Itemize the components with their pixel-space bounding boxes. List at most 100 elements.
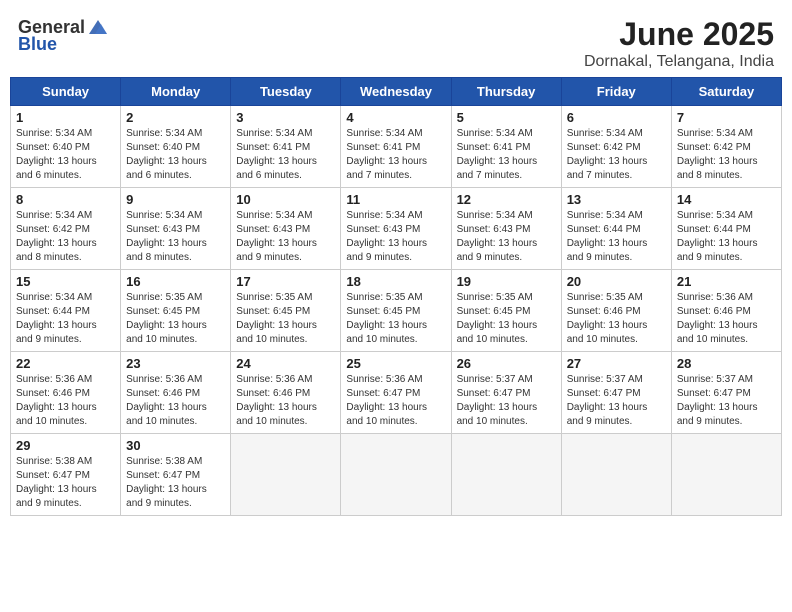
calendar-week-3: 15 Sunrise: 5:34 AMSunset: 6:44 PMDaylig… (11, 270, 782, 352)
day-detail-4: Sunrise: 5:34 AMSunset: 6:41 PMDaylight:… (346, 128, 427, 181)
day-cell-21: 21 Sunrise: 5:36 AMSunset: 6:46 PMDaylig… (671, 270, 781, 352)
day-detail-10: Sunrise: 5:34 AMSunset: 6:43 PMDaylight:… (236, 210, 317, 263)
day-detail-24: Sunrise: 5:36 AMSunset: 6:46 PMDaylight:… (236, 374, 317, 427)
day-detail-18: Sunrise: 5:35 AMSunset: 6:45 PMDaylight:… (346, 292, 427, 345)
day-cell-4: 4 Sunrise: 5:34 AMSunset: 6:41 PMDayligh… (341, 106, 451, 188)
day-cell-25: 25 Sunrise: 5:36 AMSunset: 6:47 PMDaylig… (341, 352, 451, 434)
calendar-week-1: 1 Sunrise: 5:34 AMSunset: 6:40 PMDayligh… (11, 106, 782, 188)
day-cell-11: 11 Sunrise: 5:34 AMSunset: 6:43 PMDaylig… (341, 188, 451, 270)
day-cell-10: 10 Sunrise: 5:34 AMSunset: 6:43 PMDaylig… (231, 188, 341, 270)
day-detail-15: Sunrise: 5:34 AMSunset: 6:44 PMDaylight:… (16, 292, 97, 345)
day-cell-12: 12 Sunrise: 5:34 AMSunset: 6:43 PMDaylig… (451, 188, 561, 270)
day-detail-6: Sunrise: 5:34 AMSunset: 6:42 PMDaylight:… (567, 128, 648, 181)
empty-cell (671, 434, 781, 516)
header-tuesday: Tuesday (231, 78, 341, 106)
day-cell-7: 7 Sunrise: 5:34 AMSunset: 6:42 PMDayligh… (671, 106, 781, 188)
day-cell-28: 28 Sunrise: 5:37 AMSunset: 6:47 PMDaylig… (671, 352, 781, 434)
empty-cell (231, 434, 341, 516)
day-cell-27: 27 Sunrise: 5:37 AMSunset: 6:47 PMDaylig… (561, 352, 671, 434)
empty-cell (341, 434, 451, 516)
day-cell-18: 18 Sunrise: 5:35 AMSunset: 6:45 PMDaylig… (341, 270, 451, 352)
day-detail-19: Sunrise: 5:35 AMSunset: 6:45 PMDaylight:… (457, 292, 538, 345)
day-number-23: 23 (126, 356, 225, 371)
day-detail-9: Sunrise: 5:34 AMSunset: 6:43 PMDaylight:… (126, 210, 207, 263)
day-number-16: 16 (126, 274, 225, 289)
day-detail-30: Sunrise: 5:38 AMSunset: 6:47 PMDaylight:… (126, 456, 207, 509)
day-cell-17: 17 Sunrise: 5:35 AMSunset: 6:45 PMDaylig… (231, 270, 341, 352)
day-detail-17: Sunrise: 5:35 AMSunset: 6:45 PMDaylight:… (236, 292, 317, 345)
day-detail-16: Sunrise: 5:35 AMSunset: 6:45 PMDaylight:… (126, 292, 207, 345)
day-number-30: 30 (126, 438, 225, 453)
day-cell-2: 2 Sunrise: 5:34 AMSunset: 6:40 PMDayligh… (121, 106, 231, 188)
day-number-28: 28 (677, 356, 776, 371)
day-number-3: 3 (236, 110, 335, 125)
day-detail-22: Sunrise: 5:36 AMSunset: 6:46 PMDaylight:… (16, 374, 97, 427)
empty-cell (561, 434, 671, 516)
day-detail-14: Sunrise: 5:34 AMSunset: 6:44 PMDaylight:… (677, 210, 758, 263)
day-cell-22: 22 Sunrise: 5:36 AMSunset: 6:46 PMDaylig… (11, 352, 121, 434)
calendar-week-4: 22 Sunrise: 5:36 AMSunset: 6:46 PMDaylig… (11, 352, 782, 434)
calendar-table: Sunday Monday Tuesday Wednesday Thursday… (10, 77, 782, 516)
month-year-title: June 2025 (584, 16, 774, 53)
day-number-1: 1 (16, 110, 115, 125)
day-detail-20: Sunrise: 5:35 AMSunset: 6:46 PMDaylight:… (567, 292, 648, 345)
day-cell-3: 3 Sunrise: 5:34 AMSunset: 6:41 PMDayligh… (231, 106, 341, 188)
page-header: General Blue June 2025 Dornakal, Telanga… (10, 10, 782, 71)
header-saturday: Saturday (671, 78, 781, 106)
day-number-7: 7 (677, 110, 776, 125)
header-thursday: Thursday (451, 78, 561, 106)
day-cell-16: 16 Sunrise: 5:35 AMSunset: 6:45 PMDaylig… (121, 270, 231, 352)
day-number-8: 8 (16, 192, 115, 207)
empty-cell (451, 434, 561, 516)
day-number-27: 27 (567, 356, 666, 371)
day-detail-29: Sunrise: 5:38 AMSunset: 6:47 PMDaylight:… (16, 456, 97, 509)
day-number-20: 20 (567, 274, 666, 289)
day-cell-13: 13 Sunrise: 5:34 AMSunset: 6:44 PMDaylig… (561, 188, 671, 270)
day-cell-29: 29 Sunrise: 5:38 AMSunset: 6:47 PMDaylig… (11, 434, 121, 516)
day-number-9: 9 (126, 192, 225, 207)
day-detail-25: Sunrise: 5:36 AMSunset: 6:47 PMDaylight:… (346, 374, 427, 427)
day-cell-15: 15 Sunrise: 5:34 AMSunset: 6:44 PMDaylig… (11, 270, 121, 352)
day-number-29: 29 (16, 438, 115, 453)
location-text: Dornakal, Telangana, India (584, 53, 774, 71)
day-detail-8: Sunrise: 5:34 AMSunset: 6:42 PMDaylight:… (16, 210, 97, 263)
calendar-week-5: 29 Sunrise: 5:38 AMSunset: 6:47 PMDaylig… (11, 434, 782, 516)
day-number-19: 19 (457, 274, 556, 289)
day-detail-23: Sunrise: 5:36 AMSunset: 6:46 PMDaylight:… (126, 374, 207, 427)
day-cell-19: 19 Sunrise: 5:35 AMSunset: 6:45 PMDaylig… (451, 270, 561, 352)
day-cell-20: 20 Sunrise: 5:35 AMSunset: 6:46 PMDaylig… (561, 270, 671, 352)
day-number-25: 25 (346, 356, 445, 371)
day-number-12: 12 (457, 192, 556, 207)
day-number-15: 15 (16, 274, 115, 289)
day-number-11: 11 (346, 192, 445, 207)
day-detail-11: Sunrise: 5:34 AMSunset: 6:43 PMDaylight:… (346, 210, 427, 263)
day-cell-5: 5 Sunrise: 5:34 AMSunset: 6:41 PMDayligh… (451, 106, 561, 188)
logo-blue-text: Blue (18, 34, 57, 55)
logo: General Blue (18, 16, 109, 55)
day-cell-6: 6 Sunrise: 5:34 AMSunset: 6:42 PMDayligh… (561, 106, 671, 188)
day-cell-14: 14 Sunrise: 5:34 AMSunset: 6:44 PMDaylig… (671, 188, 781, 270)
day-number-14: 14 (677, 192, 776, 207)
day-detail-2: Sunrise: 5:34 AMSunset: 6:40 PMDaylight:… (126, 128, 207, 181)
day-cell-9: 9 Sunrise: 5:34 AMSunset: 6:43 PMDayligh… (121, 188, 231, 270)
header-sunday: Sunday (11, 78, 121, 106)
day-number-5: 5 (457, 110, 556, 125)
day-number-4: 4 (346, 110, 445, 125)
day-detail-26: Sunrise: 5:37 AMSunset: 6:47 PMDaylight:… (457, 374, 538, 427)
day-detail-21: Sunrise: 5:36 AMSunset: 6:46 PMDaylight:… (677, 292, 758, 345)
day-detail-13: Sunrise: 5:34 AMSunset: 6:44 PMDaylight:… (567, 210, 648, 263)
header-friday: Friday (561, 78, 671, 106)
day-cell-24: 24 Sunrise: 5:36 AMSunset: 6:46 PMDaylig… (231, 352, 341, 434)
day-number-17: 17 (236, 274, 335, 289)
day-number-26: 26 (457, 356, 556, 371)
header-wednesday: Wednesday (341, 78, 451, 106)
day-number-24: 24 (236, 356, 335, 371)
day-cell-26: 26 Sunrise: 5:37 AMSunset: 6:47 PMDaylig… (451, 352, 561, 434)
logo-icon (87, 16, 109, 38)
day-number-21: 21 (677, 274, 776, 289)
day-number-13: 13 (567, 192, 666, 207)
day-detail-7: Sunrise: 5:34 AMSunset: 6:42 PMDaylight:… (677, 128, 758, 181)
weekday-header-row: Sunday Monday Tuesday Wednesday Thursday… (11, 78, 782, 106)
day-number-10: 10 (236, 192, 335, 207)
title-block: June 2025 Dornakal, Telangana, India (584, 16, 774, 71)
